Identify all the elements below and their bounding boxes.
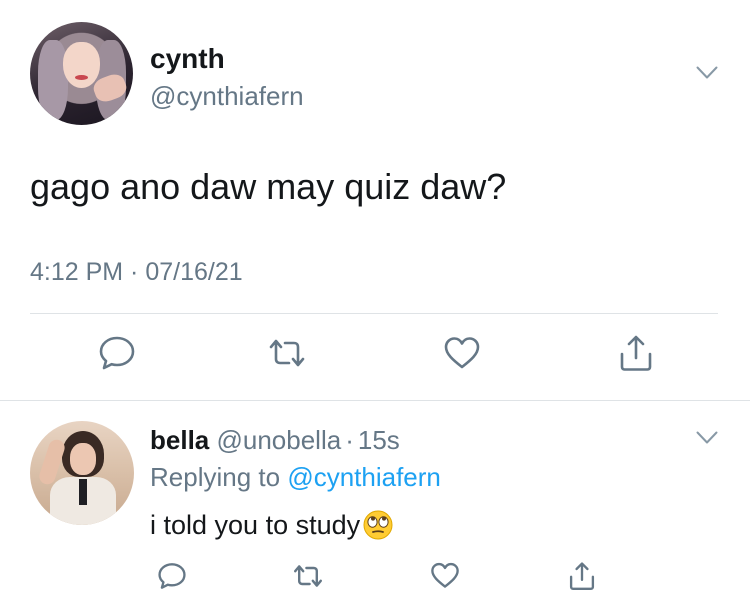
share-icon bbox=[568, 561, 596, 596]
like-icon bbox=[430, 562, 460, 594]
share-button[interactable] bbox=[560, 556, 604, 600]
retweet-icon bbox=[292, 563, 324, 594]
reply-text: i told you to study bbox=[150, 510, 361, 540]
reply-icon bbox=[98, 335, 136, 376]
like-button[interactable] bbox=[440, 333, 484, 377]
author-display-name[interactable]: cynth bbox=[150, 43, 225, 75]
share-button[interactable] bbox=[614, 333, 658, 377]
chevron-down-icon[interactable] bbox=[696, 431, 718, 445]
reply-button[interactable] bbox=[150, 556, 194, 600]
reply-button[interactable] bbox=[95, 333, 139, 377]
retweet-button[interactable] bbox=[286, 556, 330, 600]
retweet-button[interactable] bbox=[265, 333, 309, 377]
reply-author-handle[interactable]: @unobella bbox=[216, 425, 341, 455]
like-icon bbox=[443, 336, 481, 375]
replying-to-mention[interactable]: @cynthiafern bbox=[287, 462, 441, 492]
tweet-text: gago ano daw may quiz daw? bbox=[30, 166, 507, 207]
divider bbox=[30, 313, 718, 314]
reply-author-display-name[interactable]: bella bbox=[150, 425, 209, 455]
rolling-eyes-emoji-icon bbox=[363, 510, 393, 540]
author-avatar[interactable] bbox=[30, 22, 133, 125]
tweet-timestamp[interactable]: 4:12 PM · 07/16/21 bbox=[30, 257, 243, 287]
replying-to-label: Replying to bbox=[150, 462, 281, 492]
like-button[interactable] bbox=[423, 556, 467, 600]
replying-to-context: Replying to @cynthiafern bbox=[150, 462, 441, 492]
retweet-icon bbox=[267, 337, 307, 374]
divider bbox=[0, 400, 750, 401]
chevron-down-icon[interactable] bbox=[696, 66, 718, 80]
author-handle[interactable]: @cynthiafern bbox=[150, 81, 304, 111]
reply-author-avatar[interactable] bbox=[30, 421, 134, 525]
reply-text-container: i told you to study bbox=[150, 509, 393, 541]
reply-icon bbox=[157, 562, 187, 595]
share-icon bbox=[618, 334, 654, 377]
reply-header: bella @unobella · 15s bbox=[150, 425, 400, 455]
reply-age[interactable]: 15s bbox=[358, 425, 400, 455]
meta-separator: · bbox=[345, 425, 354, 455]
